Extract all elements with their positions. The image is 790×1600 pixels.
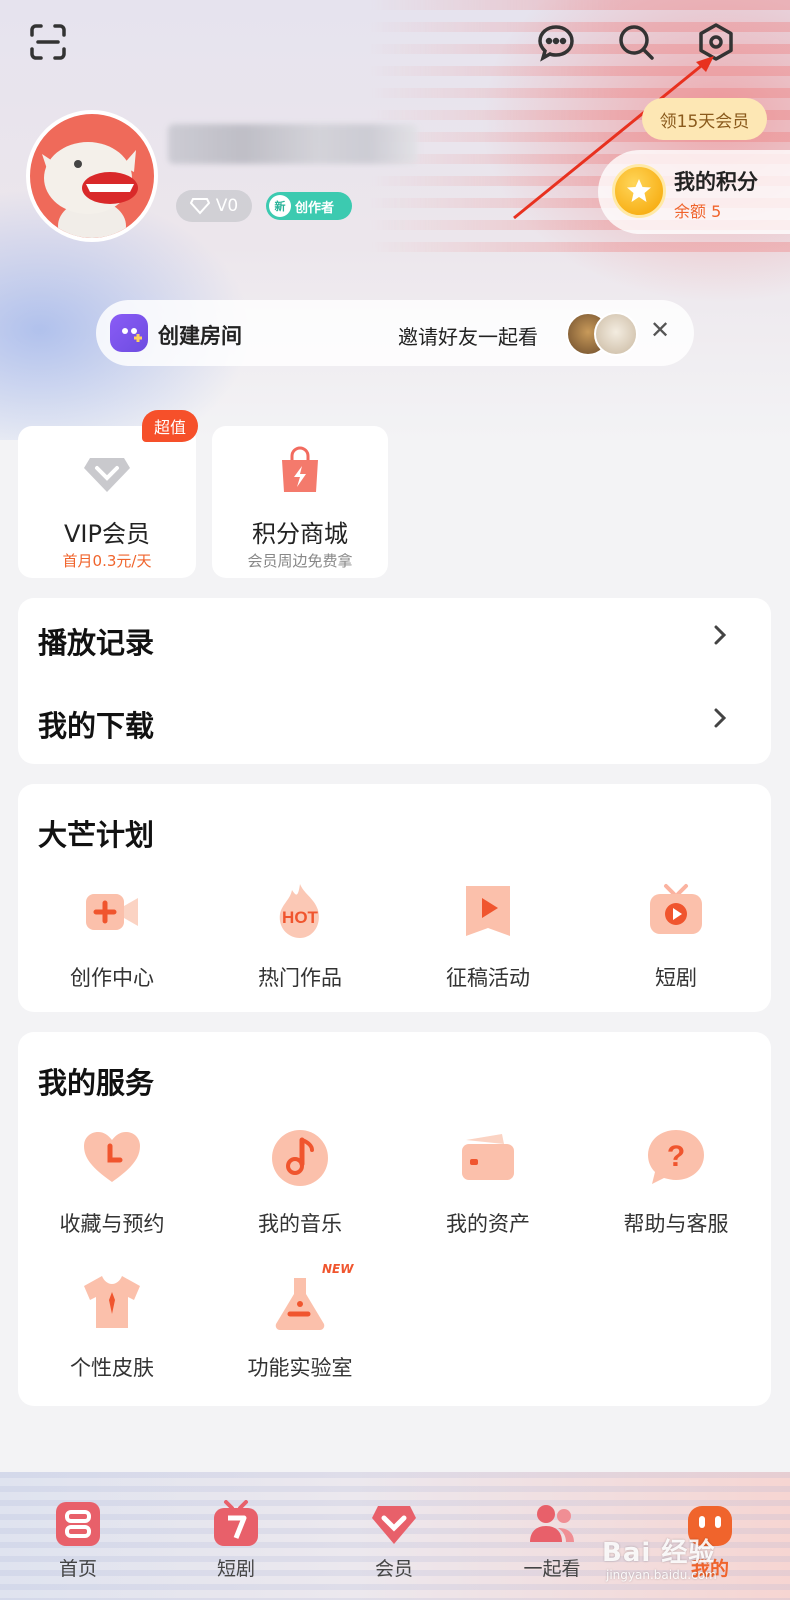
- nav-home[interactable]: 首页: [18, 1500, 138, 1581]
- my-music-label: 我的音乐: [258, 1212, 342, 1236]
- skins-item[interactable]: 个性皮肤: [18, 1270, 206, 1382]
- vip-tip-bubble[interactable]: 领15天会员: [642, 98, 767, 140]
- question-bubble-icon: ?: [648, 1130, 704, 1184]
- home-icon: [56, 1502, 100, 1546]
- nav-watch-together-label: 一起看: [523, 1558, 581, 1580]
- vip-member-title: VIP会员: [64, 520, 150, 548]
- hot-works-label: 热门作品: [258, 966, 342, 990]
- invite-friends-label: 邀请好友一起看: [398, 325, 538, 349]
- creation-center-label: 创作中心: [70, 966, 154, 990]
- points-card[interactable]: 我的积分 余额 5: [598, 150, 790, 234]
- skins-label: 个性皮肤: [70, 1356, 154, 1380]
- my-music-item[interactable]: 我的音乐: [206, 1126, 394, 1238]
- new-tag: NEW: [322, 1262, 354, 1276]
- nav-vip-label: 会员: [374, 1558, 413, 1580]
- nav-home-label: 首页: [58, 1558, 97, 1580]
- points-mall-title: 积分商城: [252, 520, 348, 548]
- bookmark-play-icon: [466, 886, 510, 936]
- music-note-icon: [272, 1130, 328, 1186]
- nav-drama[interactable]: 短剧: [176, 1500, 296, 1581]
- records-card: 播放记录 我的下载: [18, 598, 771, 764]
- services-card: 我的服务 收藏与预约 我的音乐 我的资产 ? 帮助与客服 个性皮肤 NEW 功能…: [18, 1032, 771, 1406]
- submission-event-label: 征稿活动: [446, 966, 530, 990]
- avatar-mascot-icon: [42, 142, 138, 238]
- points-title: 我的积分: [674, 170, 758, 194]
- downloads-row[interactable]: 我的下载: [18, 681, 771, 764]
- baidu-watermark: Bai 经验: [602, 1538, 716, 1568]
- flame-hot-icon: HOT: [279, 884, 319, 938]
- creation-center-item[interactable]: 创作中心: [18, 880, 206, 992]
- avatar[interactable]: [26, 110, 158, 242]
- submission-event-item[interactable]: 征稿活动: [394, 880, 582, 992]
- lab-label: 功能实验室: [247, 1356, 353, 1380]
- short-drama-item[interactable]: 短剧: [582, 880, 770, 992]
- star-coin-icon: [612, 164, 666, 218]
- downloads-label: 我的下载: [38, 709, 155, 743]
- create-room-label: 创建房间: [158, 324, 242, 348]
- services-title: 我的服务: [38, 1066, 155, 1100]
- my-assets-label: 我的资产: [446, 1212, 530, 1236]
- close-icon[interactable]: ✕: [650, 316, 670, 344]
- points-mall-tile[interactable]: 积分商城 会员周边免费拿: [212, 426, 388, 578]
- people-icon: [530, 1505, 574, 1542]
- help-service-item[interactable]: ? 帮助与客服: [582, 1126, 770, 1238]
- history-label: 播放记录: [38, 626, 155, 660]
- points-balance: 余额 5: [674, 202, 722, 221]
- create-room-bar[interactable]: 创建房间 邀请好友一起看 ✕: [96, 300, 694, 366]
- points-mall-sub: 会员周边免费拿: [247, 552, 353, 570]
- nav-watch-together[interactable]: 一起看: [492, 1500, 612, 1581]
- flask-icon: [275, 1278, 325, 1330]
- creator-badge-label: 创作者: [295, 200, 335, 216]
- short-drama-label: 短剧: [655, 966, 697, 990]
- vip-tip-label: 领15天会员: [659, 111, 750, 132]
- chevron-right-icon: [713, 624, 727, 652]
- friend-avatar: [594, 312, 638, 356]
- svg-text:?: ?: [667, 1140, 685, 1173]
- hot-works-item[interactable]: HOT 热门作品: [206, 880, 394, 992]
- video-camera-icon: [86, 894, 138, 930]
- diamond-icon: [84, 458, 130, 492]
- my-assets-item[interactable]: 我的资产: [394, 1126, 582, 1238]
- heart-clock-icon: [84, 1132, 140, 1182]
- vip-member-tile[interactable]: VIP会员 首月0.3元/天: [18, 426, 196, 578]
- nav-vip[interactable]: 会员: [334, 1500, 454, 1581]
- creator-badge[interactable]: 新 创作者: [266, 192, 352, 220]
- lab-item[interactable]: NEW 功能实验室: [206, 1262, 394, 1382]
- vip-member-sub: 首月0.3元/天: [62, 552, 152, 570]
- shopping-bag-icon: [282, 446, 318, 492]
- diamond-icon: [189, 198, 210, 215]
- value-tag: 超值: [142, 410, 198, 442]
- nav-drama-label: 短剧: [216, 1558, 255, 1580]
- baidu-watermark-url: jingyan.baidu.com: [606, 1568, 717, 1582]
- help-service-label: 帮助与客服: [623, 1212, 729, 1236]
- plan-title: 大芒计划: [38, 818, 155, 852]
- username-redacted: [168, 124, 418, 164]
- level-badge-label: V0: [215, 196, 239, 216]
- favorites-item[interactable]: 收藏与预约: [18, 1126, 206, 1238]
- room-mascot-icon: [110, 314, 148, 352]
- creator-badge-new: 新: [269, 195, 291, 217]
- level-badge[interactable]: V0: [176, 190, 252, 222]
- tv-play-icon: [650, 884, 702, 934]
- diamond-icon: [372, 1506, 416, 1544]
- tshirt-icon: [84, 1276, 140, 1328]
- history-row[interactable]: 播放记录: [18, 598, 771, 681]
- svg-text:HOT: HOT: [282, 908, 319, 927]
- drama-tv-icon: [214, 1500, 258, 1546]
- plan-card: 大芒计划 创作中心 HOT 热门作品 征稿活动 短剧: [18, 784, 771, 1012]
- scan-icon[interactable]: [26, 20, 70, 64]
- chevron-right-icon: [713, 707, 727, 735]
- wallet-icon: [462, 1134, 514, 1180]
- favorites-label: 收藏与预约: [59, 1212, 165, 1236]
